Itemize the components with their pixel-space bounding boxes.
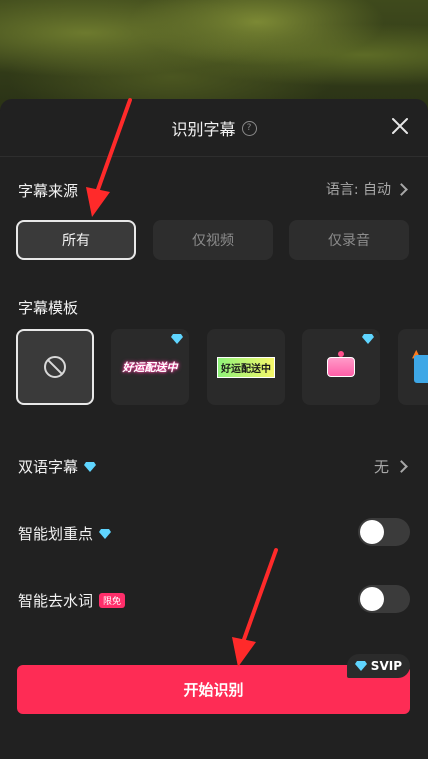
subtitle-source-label: 字幕来源 [18, 182, 79, 200]
diamond-icon [354, 661, 367, 671]
template-preview-text: 好运配送中 [122, 361, 178, 374]
diamond-icon [362, 334, 374, 344]
chevron-right-icon [395, 182, 408, 196]
diamond-icon [99, 528, 112, 539]
chevron-right-icon [395, 460, 408, 473]
smart-highlight-row: 智能划重点 [18, 523, 112, 544]
diamond-icon [171, 334, 183, 344]
toggle-knob [360, 587, 384, 611]
bilingual-value: 无 [373, 458, 389, 476]
svip-badge: SVIP [346, 654, 410, 678]
bilingual-row[interactable]: 双语字幕 [18, 456, 97, 477]
template-preview-partial [414, 355, 428, 383]
template-item-2[interactable]: 好运配送中 [207, 329, 285, 405]
source-option-audio-only[interactable]: 仅录音 [289, 220, 409, 260]
sticker-template-icon [327, 351, 355, 377]
source-option-all[interactable]: 所有 [16, 220, 136, 260]
bilingual-label: 双语字幕 [18, 458, 79, 476]
source-option-video-only[interactable]: 仅视频 [153, 220, 273, 260]
annotation-arrow-start [232, 548, 278, 667]
free-badge: 限免 [99, 593, 126, 608]
language-label: 语言: 自动 [325, 182, 391, 198]
close-icon[interactable] [390, 116, 410, 136]
smart-highlight-label: 智能划重点 [18, 525, 94, 543]
toggle-knob [360, 520, 384, 544]
sheet-header: 识别字幕 ? [0, 99, 428, 155]
diamond-icon [84, 461, 97, 472]
template-item-3[interactable] [302, 329, 380, 405]
smart-filler-label: 智能去水词 [18, 592, 94, 610]
smart-highlight-toggle[interactable] [358, 518, 410, 546]
sheet-title-text: 识别字幕 [171, 120, 236, 139]
template-item-4[interactable]: ▲ [398, 329, 428, 405]
template-item-1[interactable]: 好运配送中 [111, 329, 189, 405]
header-divider [0, 156, 428, 157]
subtitle-recognition-sheet: 识别字幕 ? 字幕来源 语言: 自动 所有 仅视频 仅录音 字幕模板 好运配送中… [0, 99, 428, 759]
template-none[interactable] [16, 329, 94, 405]
smart-filler-toggle[interactable] [358, 585, 410, 613]
sheet-title: 识别字幕 ? [0, 116, 428, 140]
bilingual-value-selector[interactable]: 无 [373, 456, 408, 477]
no-template-icon [44, 356, 66, 378]
annotation-arrow-source [86, 98, 132, 217]
background-photo [0, 0, 428, 110]
smart-filler-row: 智能去水词 限免 [18, 590, 126, 611]
template-preview-text: 好运配送中 [217, 356, 275, 378]
svip-label: SVIP [370, 659, 402, 673]
help-icon[interactable]: ? [241, 120, 257, 136]
language-selector[interactable]: 语言: 自动 [325, 179, 408, 199]
subtitle-template-label: 字幕模板 [18, 299, 79, 317]
